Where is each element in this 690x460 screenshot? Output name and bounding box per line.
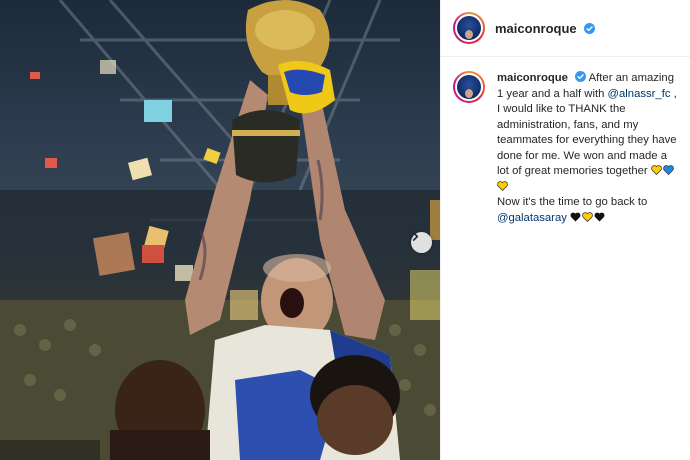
post-header: maiconroque — [441, 0, 690, 57]
black-heart-icon — [570, 212, 581, 222]
header-username-text[interactable]: maiconroque — [495, 21, 577, 36]
blue-heart-icon — [663, 165, 674, 175]
avatar-image — [455, 14, 483, 42]
verified-badge-icon — [584, 22, 596, 34]
mention-galatasaray[interactable]: @galatasaray — [497, 212, 567, 224]
post-photo — [0, 0, 440, 460]
header-username[interactable]: maiconroque — [495, 21, 596, 36]
caption-text-part-2: , I would like to THANK the administrati… — [497, 87, 677, 178]
yellow-heart-icon — [497, 180, 508, 191]
caption-username[interactable]: maiconroque — [497, 72, 568, 84]
avatar[interactable] — [453, 12, 485, 44]
caption-text-part-3: Now it's the time to go back to — [497, 196, 648, 208]
chevron-right-icon — [412, 232, 419, 241]
post-side-panel: maiconroque maiconroque After an amazing… — [440, 0, 690, 460]
caption-text: maiconroque After an amazing 1 year and … — [497, 71, 678, 226]
mention-alnassr[interactable]: @alnassr_fc — [608, 88, 671, 100]
carousel-next-button[interactable] — [411, 232, 432, 253]
photo-scene — [0, 0, 440, 460]
caption-avatar-image — [455, 73, 483, 101]
black-heart-icon — [594, 212, 605, 222]
yellow-heart-icon — [651, 165, 662, 175]
verified-badge-icon — [575, 71, 587, 82]
hearts-group-2 — [570, 211, 606, 224]
caption-avatar[interactable] — [453, 71, 485, 103]
caption-comment: maiconroque After an amazing 1 year and … — [441, 57, 690, 226]
yellow-heart-icon — [582, 211, 593, 222]
